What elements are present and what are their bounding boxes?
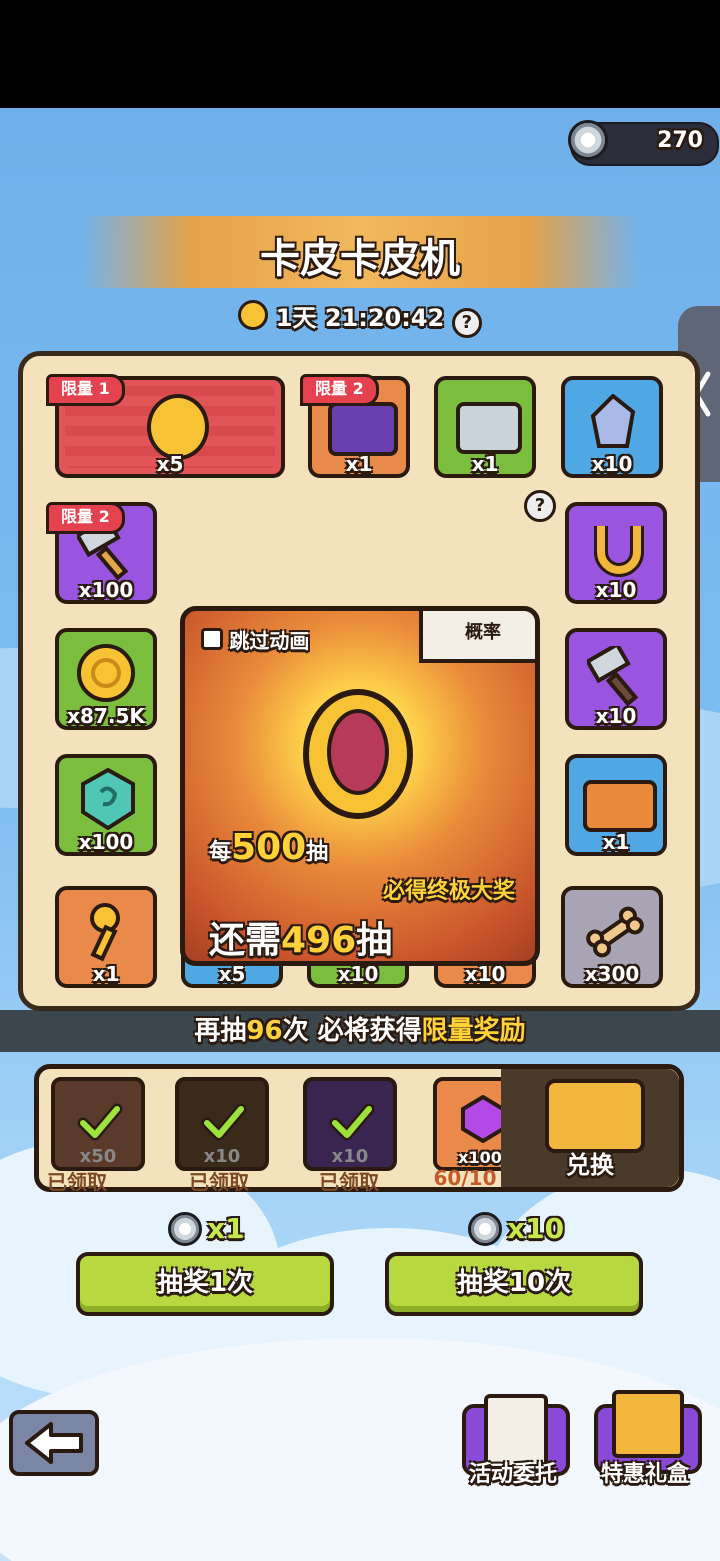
bone-icon xyxy=(586,906,644,958)
prize-tile: x100 xyxy=(55,754,157,856)
capybara-coin-icon xyxy=(303,689,413,819)
prize-tile: x1 xyxy=(565,754,667,856)
prize-tile: x87.5K xyxy=(55,628,157,730)
prize-tile: x300 xyxy=(561,886,663,988)
game-scene: 270 卡皮卡皮机 1天 21:20:42 ? x5 限量 1 x1 限量 2 … xyxy=(0,108,720,1561)
tile-count: x1 xyxy=(92,962,120,986)
limit-tag: 限量 2 xyxy=(300,374,379,406)
help-icon[interactable]: ? xyxy=(451,308,482,338)
probability-label: 概率 xyxy=(465,622,501,643)
skip-animation-toggle[interactable]: 跳过动画 xyxy=(201,625,309,654)
draw-10-cost: x10 xyxy=(468,1212,564,1246)
purple-gem-icon xyxy=(461,1095,505,1143)
remaining-draws-text: 还需496抽 xyxy=(209,911,393,961)
event-tasks-button[interactable]: 活动委托 xyxy=(456,1394,570,1488)
draw-1-cost: x1 xyxy=(168,1212,245,1246)
checkmark-icon xyxy=(77,1103,123,1141)
milestone-status: 60/10 xyxy=(433,1166,497,1190)
probability-button[interactable]: 概率 xyxy=(419,611,535,663)
prize-tile: x10 xyxy=(561,376,663,478)
milestone-slot: x50 xyxy=(51,1077,145,1171)
timer-value: 1天 21:20:42 xyxy=(275,304,445,332)
treasure-chest-icon xyxy=(545,1079,645,1153)
event-tasks-label: 活动委托 xyxy=(468,1462,557,1487)
tile-count: x10 xyxy=(591,452,633,476)
jade-stone-icon xyxy=(81,768,135,830)
exchange-label: 兑换 xyxy=(566,1151,614,1179)
draw-1-label: 抽奖1次 xyxy=(156,1268,254,1298)
crystal-icon xyxy=(590,394,636,448)
tile-count: x300 xyxy=(584,962,640,986)
milestone-count: x50 xyxy=(79,1146,117,1167)
skip-animation-label: 跳过动画 xyxy=(229,629,310,653)
exchange-button[interactable]: 兑换 xyxy=(501,1069,679,1187)
key-icon xyxy=(90,903,120,962)
draw-10-label: 抽奖10次 xyxy=(456,1268,572,1298)
jackpot-panel: 跳过动画 概率 每500抽 必得终极大奖 还需496抽 xyxy=(180,606,540,966)
every-draws-text: 每500抽 xyxy=(209,827,328,868)
prize-tile: x10 xyxy=(565,502,667,604)
limit-tag: 限量 2 xyxy=(46,502,125,534)
draw-10-button[interactable]: 抽奖10次 xyxy=(385,1252,643,1316)
tile-count: x87.5K xyxy=(67,704,145,728)
prize-tile: x1 xyxy=(55,886,157,988)
progress-text-3: 限量奖励 xyxy=(421,1016,526,1046)
tile-count: x1 xyxy=(471,452,499,476)
special-gift-box-button[interactable]: 特惠礼盒 xyxy=(588,1388,702,1488)
back-button[interactable] xyxy=(9,1410,99,1476)
tile-count: x100 xyxy=(78,830,134,854)
tile-count: x1 xyxy=(602,830,630,854)
draw-1-button[interactable]: 抽奖1次 xyxy=(76,1252,334,1316)
every-suffix: 抽 xyxy=(306,840,329,865)
gift-box-icon xyxy=(612,1390,684,1458)
remain-number: 496 xyxy=(281,920,357,961)
special-gift-box-label: 特惠礼盒 xyxy=(600,1462,689,1487)
gold-chest-icon xyxy=(583,780,657,832)
progress-text-1: 再抽 xyxy=(194,1016,247,1046)
prize-tile: x10 xyxy=(565,628,667,730)
milestone-slot: x10 xyxy=(175,1077,269,1171)
milestone-count: x10 xyxy=(203,1146,241,1167)
draw-10-cost-value: x10 xyxy=(507,1212,565,1245)
guarantee-text: 必得终极大奖 xyxy=(382,879,515,904)
page-title: 卡皮卡皮机 xyxy=(260,236,460,282)
checkmark-icon xyxy=(329,1103,375,1141)
tile-count: x10 xyxy=(595,578,637,602)
progress-text-2: 次 必将获得 xyxy=(282,1016,422,1046)
silver-coin-icon xyxy=(468,1212,502,1246)
silver-chest-icon xyxy=(456,402,522,454)
limit-tag: 限量 1 xyxy=(46,374,125,406)
tile-count: x1 xyxy=(345,452,373,476)
silver-coin-icon xyxy=(568,120,608,160)
checkbox-icon xyxy=(201,628,223,650)
help-icon[interactable]: ? xyxy=(524,490,556,522)
purple-chest-icon xyxy=(328,402,398,456)
gold-coin-icon xyxy=(77,644,135,702)
milestone-status: 已领取 xyxy=(189,1170,249,1194)
horseshoe-icon xyxy=(594,526,644,577)
remain-suffix: 抽 xyxy=(356,920,393,961)
milestone-slot: x10 xyxy=(303,1077,397,1171)
milestone-status: 已领取 xyxy=(319,1170,379,1194)
checkmark-icon xyxy=(201,1103,247,1141)
prize-tile: x1 xyxy=(434,376,536,478)
stopwatch-icon xyxy=(238,300,269,330)
milestone-count: x10 xyxy=(331,1146,369,1167)
draw-1-cost-value: x1 xyxy=(207,1212,245,1245)
milestone-status: 已领取 xyxy=(47,1170,107,1194)
event-timer: 1天 21:20:42 ? xyxy=(0,298,720,338)
every-prefix: 每 xyxy=(209,840,232,865)
hammer-icon xyxy=(587,646,639,706)
remain-prefix: 还需 xyxy=(209,920,282,961)
tile-count: x10 xyxy=(595,704,637,728)
tile-count: x5 xyxy=(156,452,184,476)
arrow-left-icon xyxy=(25,1422,83,1464)
currency-amount: 270 xyxy=(657,128,703,153)
progress-number: 96 xyxy=(246,1016,283,1046)
tile-count: x100 xyxy=(78,578,134,602)
silver-coin-icon xyxy=(168,1212,202,1246)
limited-reward-progress: 再抽96次 必将获得限量奖励 xyxy=(0,1010,720,1052)
capybara-coin-icon xyxy=(147,394,209,460)
every-number: 500 xyxy=(231,827,307,868)
